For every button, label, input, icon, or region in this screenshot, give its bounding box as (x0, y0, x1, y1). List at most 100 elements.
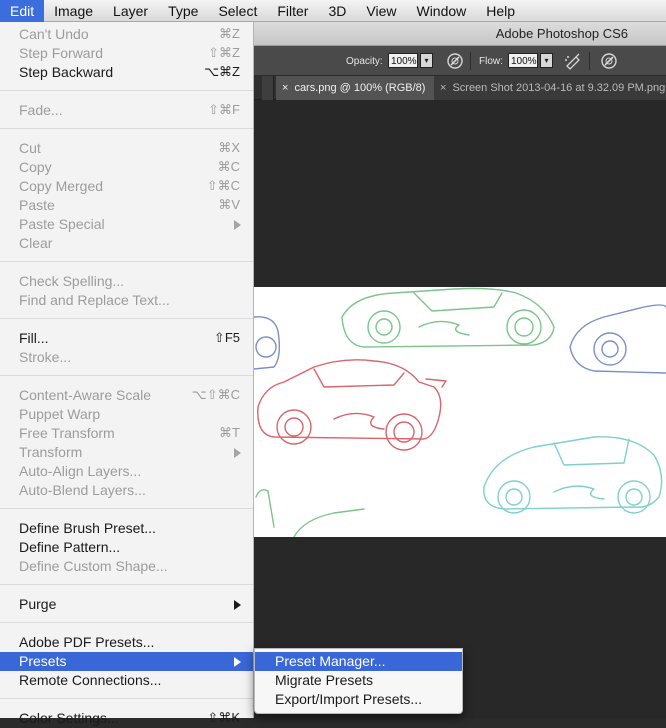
menu-item-clear[interactable]: Clear (0, 234, 253, 253)
menu-item-define-custom-shape[interactable]: Define Custom Shape... (0, 557, 253, 576)
menu-item-auto-align-layers[interactable]: Auto-Align Layers... (0, 462, 253, 481)
menu-separator (0, 128, 253, 129)
menu-item-label: Step Forward (19, 45, 104, 61)
menu-item-define-brush-preset[interactable]: Define Brush Preset... (0, 519, 253, 538)
document-canvas[interactable] (253, 287, 666, 538)
submenu-item-label: Export/Import Presets... (275, 691, 423, 707)
cars-sketch-image (253, 287, 666, 538)
opacity-dropdown-arrow[interactable]: ▾ (420, 53, 433, 68)
pressure-opacity-icon[interactable] (446, 52, 464, 70)
menu-item-stroke[interactable]: Stroke... (0, 348, 253, 367)
menu-item-remote-connections[interactable]: Remote Connections... (0, 671, 253, 690)
menu-item-label: Transform (19, 444, 83, 460)
menu-item-copy-merged[interactable]: Copy Merged ⇧⌘C (0, 177, 253, 196)
close-icon[interactable]: × (440, 82, 446, 94)
menu-item-shortcut: ⇧⌘Z (208, 45, 240, 60)
canvas-area[interactable] (253, 100, 666, 718)
submenu-item-export-import-presets[interactable]: Export/Import Presets... (255, 690, 462, 709)
menu-item-label: Remote Connections... (19, 672, 162, 688)
menu-separator (0, 318, 253, 319)
tab-label: Screen Shot 2013-04-16 at 9.32.09 PM.png (452, 82, 666, 94)
menu-item-content-aware-scale[interactable]: Content-Aware Scale ⌥⇧⌘C (0, 386, 253, 405)
menu-item-shortcut: ⌘T (219, 425, 240, 440)
menu-item-shortcut: ⌥⌘Z (204, 64, 240, 79)
opacity-field[interactable]: 100% (388, 53, 418, 68)
menu-separator (0, 622, 253, 623)
menu-layer[interactable]: Layer (103, 0, 158, 22)
menu-filter[interactable]: Filter (267, 0, 318, 22)
menu-item-free-transform[interactable]: Free Transform ⌘T (0, 424, 253, 443)
menu-item-define-pattern[interactable]: Define Pattern... (0, 538, 253, 557)
menu-select[interactable]: Select (208, 0, 267, 22)
menu-item-label: Paste Special (19, 216, 105, 232)
menu-item-fill[interactable]: Fill... ⇧F5 (0, 329, 253, 348)
tab-screen-shot[interactable]: × Screen Shot 2013-04-16 at 9.32.09 PM.pn… (434, 76, 666, 100)
menu-separator (0, 508, 253, 509)
tab-previous-document[interactable] (262, 76, 274, 100)
menu-item-shortcut: ⇧⌘F (208, 102, 240, 117)
airbrush-icon[interactable] (564, 52, 582, 70)
menu-window[interactable]: Window (406, 0, 476, 22)
menu-item-check-spelling[interactable]: Check Spelling... (0, 272, 253, 291)
menu-item-puppet-warp[interactable]: Puppet Warp (0, 405, 253, 424)
menu-item-label: Auto-Align Layers... (19, 463, 142, 479)
menu-separator (0, 698, 253, 699)
menu-item-adobe-pdf-presets[interactable]: Adobe PDF Presets... (0, 633, 253, 652)
menu-item-step-backward[interactable]: Step Backward ⌥⌘Z (0, 63, 253, 82)
close-icon[interactable]: × (282, 82, 288, 94)
menu-item-label: Adobe PDF Presets... (19, 634, 155, 650)
submenu-item-label: Migrate Presets (275, 672, 374, 688)
tab-cars-png[interactable]: × cars.png @ 100% (RGB/8) (276, 76, 434, 100)
menu-type[interactable]: Type (158, 0, 208, 22)
pressure-size-icon[interactable] (600, 52, 618, 70)
menu-item-purge[interactable]: Purge (0, 595, 253, 614)
menu-item-label: Fade... (19, 102, 63, 118)
flow-field[interactable]: 100% (508, 53, 538, 68)
flow-dropdown-arrow[interactable]: ▾ (540, 53, 553, 68)
menu-image[interactable]: Image (44, 0, 103, 22)
menu-item-presets[interactable]: Presets (0, 652, 253, 671)
menu-item-label: Auto-Blend Layers... (19, 482, 146, 498)
menu-item-fade[interactable]: Fade... ⇧⌘F (0, 101, 253, 120)
submenu-arrow-icon (234, 448, 241, 458)
menu-item-label: Define Brush Preset... (19, 520, 156, 536)
menu-edit[interactable]: Edit (0, 0, 45, 22)
menu-item-label: Free Transform (19, 425, 115, 441)
menu-item-label: Cut (19, 140, 41, 156)
menu-separator (0, 261, 253, 262)
menu-item-cut[interactable]: Cut ⌘X (0, 139, 253, 158)
menu-item-label: Define Pattern... (19, 539, 121, 555)
menu-separator (0, 584, 253, 585)
menu-item-shortcut: ⌘V (218, 197, 240, 212)
menu-3d[interactable]: 3D (318, 0, 356, 22)
submenu-arrow-icon (234, 600, 241, 610)
menu-item-label: Presets (19, 653, 67, 669)
menu-item-label: Fill... (19, 330, 49, 346)
menu-item-shortcut: ⌥⇧⌘C (191, 387, 240, 402)
menu-item-paste-special[interactable]: Paste Special (0, 215, 253, 234)
edit-menu-dropdown: Can't Undo ⌘Z Step Forward ⇧⌘Z Step Back… (0, 22, 254, 726)
menu-item-transform[interactable]: Transform (0, 443, 253, 462)
menu-view[interactable]: View (356, 0, 406, 22)
options-divider (589, 52, 590, 70)
presets-submenu: Preset Manager... Migrate Presets Export… (254, 648, 463, 714)
submenu-item-label: Preset Manager... (275, 653, 386, 669)
menu-item-cant-undo[interactable]: Can't Undo ⌘Z (0, 25, 253, 44)
menu-item-shortcut: ⇧⌘K (207, 710, 240, 725)
menu-item-shortcut: ⌘Z (219, 26, 240, 41)
menu-item-label: Check Spelling... (19, 273, 125, 289)
menu-item-color-settings[interactable]: Color Settings... ⇧⌘K (0, 709, 253, 728)
submenu-item-migrate-presets[interactable]: Migrate Presets (255, 671, 462, 690)
opacity-label: Opacity: (346, 56, 383, 67)
menu-item-shortcut: ⌘C (217, 159, 240, 174)
menu-item-shortcut: ⇧⌘C (206, 178, 240, 193)
menu-item-auto-blend-layers[interactable]: Auto-Blend Layers... (0, 481, 253, 500)
menu-item-find-replace[interactable]: Find and Replace Text... (0, 291, 253, 310)
submenu-arrow-icon (234, 220, 241, 230)
submenu-item-preset-manager[interactable]: Preset Manager... (255, 652, 462, 671)
menu-help[interactable]: Help (476, 0, 525, 22)
menu-item-copy[interactable]: Copy ⌘C (0, 158, 253, 177)
menu-item-step-forward[interactable]: Step Forward ⇧⌘Z (0, 44, 253, 63)
menu-item-label: Stroke... (19, 349, 72, 365)
menu-item-paste[interactable]: Paste ⌘V (0, 196, 253, 215)
